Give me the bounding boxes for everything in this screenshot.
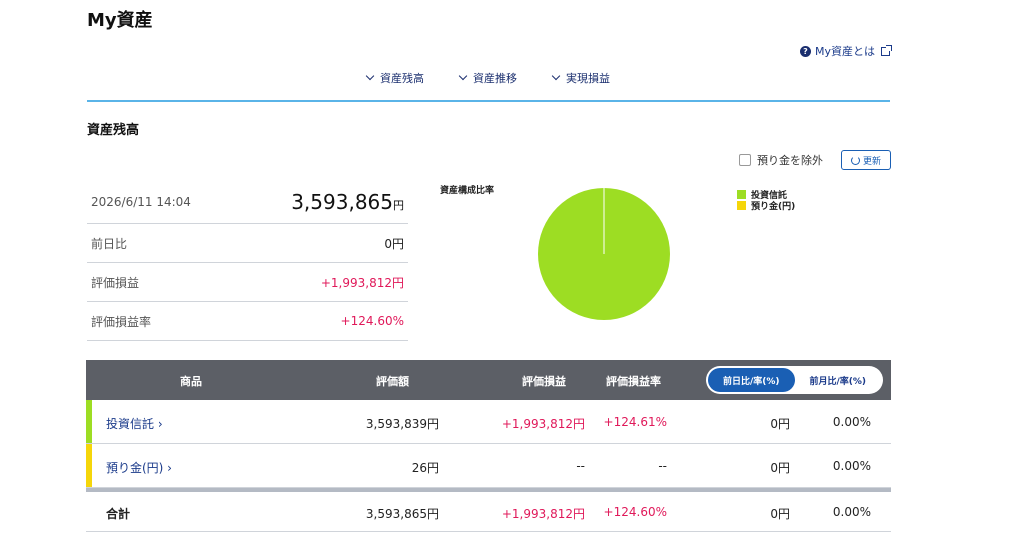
balance-summary: 2026/6/11 14:04 3,593,865円 前日比 0円 評価損益 +… (87, 181, 408, 341)
cell-diff: 0円 (770, 461, 790, 475)
chevron-down-icon (365, 71, 375, 81)
header-value: 評価額 (376, 375, 409, 388)
chevron-down-icon (551, 71, 561, 81)
pie-svg (538, 188, 670, 320)
anchor-balance[interactable]: 資産残高 (365, 70, 424, 86)
toggle-monthly[interactable]: 前月比/率(%) (795, 368, 882, 392)
header-product: 商品 (180, 375, 202, 388)
exclude-cash-label: 預り金を除外 (757, 154, 823, 167)
cell-diff-rate: 0.00% (832, 505, 871, 519)
cell-diff: 0円 (770, 417, 790, 431)
cell-diff-rate: 0.00% (832, 459, 871, 473)
summary-label: 評価損益 (91, 275, 140, 290)
legend-swatch (737, 201, 746, 210)
summary-row-gain: 評価損益 +1,993,812円 (87, 263, 408, 302)
anchor-label: 実現損益 (566, 72, 610, 85)
section-title: 資産残高 (87, 123, 140, 138)
cell-value: 26円 (411, 461, 439, 475)
anchor-label: 資産残高 (380, 72, 424, 85)
cell-value: 3,593,839円 (365, 417, 439, 431)
refresh-label: 更新 (862, 156, 881, 167)
refresh-button[interactable]: 更新 (841, 150, 891, 170)
cell-rate: +124.61% (603, 415, 667, 429)
summary-label: 前日比 (91, 236, 128, 251)
cell-rate: -- (658, 459, 667, 473)
anchor-label: 資産推移 (473, 72, 517, 85)
table-row: 投資信託 › 3,593,839円 +1,993,812円 +124.61% 0… (86, 400, 891, 444)
refresh-icon (850, 155, 860, 165)
anchor-nav: 資産残高 資産推移 実現損益 (87, 70, 890, 102)
summary-total: 3,593,865円 (291, 190, 404, 214)
anchor-realized[interactable]: 実現損益 (551, 70, 610, 86)
total-unit: 円 (393, 199, 404, 212)
summary-row-total: 2026/6/11 14:04 3,593,865円 (87, 181, 408, 224)
total-value: 3,593,865 (291, 190, 393, 214)
summary-label: 評価損益率 (91, 314, 152, 329)
cell-value: 3,593,865円 (365, 507, 439, 521)
chevron-down-icon (458, 71, 468, 81)
cell-diff-rate: 0.00% (832, 415, 871, 429)
chart-title: 資産構成比率 (440, 186, 495, 196)
total-row: 合計 3,593,865円 +1,993,812円 +124.60% 0円 0.… (86, 492, 891, 532)
cell-gain: +1,993,812円 (501, 507, 585, 521)
chart-legend: 投資信託 預り金(円) (737, 189, 796, 212)
legend-label: 預り金(円) (751, 202, 796, 212)
row-color-bar (86, 400, 92, 443)
summary-value: 0円 (384, 236, 404, 251)
comparison-toggle: 前日比/率(%) 前月比/率(%) (706, 366, 883, 394)
product-link-fund[interactable]: 投資信託 › (106, 415, 163, 432)
toggle-daily[interactable]: 前日比/率(%) (708, 368, 795, 392)
summary-datetime: 2026/6/11 14:04 (91, 195, 191, 209)
help-link[interactable]: ? My資産とは (799, 43, 892, 59)
holdings-table: 商品 評価額 評価損益 評価損益率 前日比/率(%) 前月比/率(%) 投資信託… (86, 360, 891, 532)
external-link-icon (881, 44, 892, 56)
help-link-label: My資産とは (814, 45, 875, 58)
help-icon: ? (799, 45, 811, 57)
exclude-cash-control[interactable]: 預り金を除外 (739, 152, 823, 168)
cell-gain: -- (576, 459, 585, 473)
summary-value: +1,993,812円 (320, 275, 404, 290)
allocation-pie-chart (537, 187, 671, 321)
header-rate: 評価損益率 (606, 375, 661, 388)
exclude-cash-checkbox[interactable] (739, 154, 751, 166)
cell-gain: +1,993,812円 (501, 417, 585, 431)
table-row: 預り金(円) › 26円 -- -- 0円 0.00% (86, 444, 891, 488)
legend-swatch (737, 190, 746, 199)
summary-row-rate: 評価損益率 +124.60% (87, 302, 408, 341)
table-header: 商品 評価額 評価損益 評価損益率 前日比/率(%) 前月比/率(%) (86, 360, 891, 400)
cell-diff: 0円 (770, 507, 790, 521)
page-title: My資産 (87, 10, 153, 31)
summary-row-daily: 前日比 0円 (87, 224, 408, 263)
row-color-bar (86, 444, 92, 487)
header-gain: 評価損益 (522, 375, 566, 388)
summary-value: +124.60% (340, 314, 404, 328)
total-label: 合計 (106, 507, 131, 521)
product-link-cash[interactable]: 預り金(円) › (106, 459, 172, 476)
legend-item-cash: 預り金(円) (737, 200, 796, 212)
anchor-history[interactable]: 資産推移 (458, 70, 517, 86)
cell-rate: +124.60% (603, 505, 667, 519)
